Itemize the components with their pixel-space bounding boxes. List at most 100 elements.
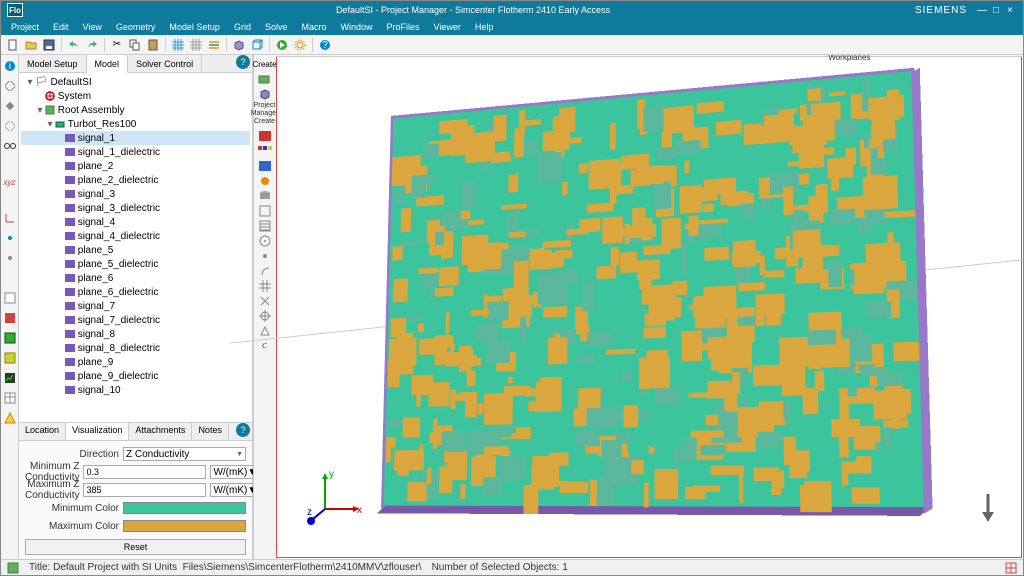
ptab-attachments[interactable]: Attachments — [129, 423, 192, 440]
menu-profiles[interactable]: ProFiles — [381, 22, 426, 32]
tree-layer[interactable]: plane_5 — [21, 243, 250, 257]
menu-view[interactable]: View — [77, 22, 108, 32]
dot2-icon[interactable] — [3, 251, 17, 265]
create-grid-icon[interactable] — [256, 279, 274, 293]
tree-layer[interactable]: signal_10 — [21, 383, 250, 397]
open-icon[interactable] — [23, 37, 39, 53]
create-cube-icon[interactable] — [256, 87, 274, 101]
cut-icon[interactable]: ✂ — [109, 37, 125, 53]
menu-edit[interactable]: Edit — [47, 22, 75, 32]
tab-solver-control[interactable]: Solver Control — [128, 55, 202, 72]
info-icon[interactable]: i — [3, 59, 17, 73]
direction-select[interactable]: Z Conductivity▼ — [123, 447, 246, 461]
tree-layer[interactable]: signal_4_dielectric — [21, 229, 250, 243]
table-icon[interactable] — [3, 391, 17, 405]
status-target-icon[interactable] — [1005, 562, 1017, 574]
menu-project[interactable]: Project — [5, 22, 45, 32]
glasses-icon[interactable] — [3, 139, 17, 153]
tree-layer[interactable]: signal_1 — [21, 131, 250, 145]
3d-viewport[interactable]: Workplane Normal Y▼ Position m▼ ◀ ▶ Proj… — [276, 56, 1022, 558]
tree-layer[interactable]: signal_8_dielectric — [21, 341, 250, 355]
grid2-icon[interactable] — [188, 37, 204, 53]
create-fan-icon[interactable] — [256, 234, 274, 248]
menu-viewer[interactable]: Viewer — [428, 22, 467, 32]
create-assembly-icon[interactable] — [256, 72, 274, 86]
save-icon[interactable] — [41, 37, 57, 53]
menu-solve[interactable]: Solve — [259, 22, 294, 32]
create-cyl-icon[interactable] — [256, 189, 274, 203]
panel-help-icon[interactable]: ? — [236, 55, 250, 69]
new-icon[interactable] — [5, 37, 21, 53]
chart-icon[interactable] — [3, 371, 17, 385]
tree-layer[interactable]: signal_3 — [21, 187, 250, 201]
axis-icon[interactable] — [3, 211, 17, 225]
menu-model-setup[interactable]: Model Setup — [163, 22, 226, 32]
max-cond-input[interactable] — [83, 483, 206, 497]
tree-layer[interactable]: signal_7 — [21, 299, 250, 313]
run-icon[interactable] — [274, 37, 290, 53]
menu-macro[interactable]: Macro — [295, 22, 332, 32]
green-icon[interactable] — [3, 331, 17, 345]
close-button[interactable]: × — [1003, 5, 1017, 16]
tree-layer[interactable]: plane_2_dielectric — [21, 173, 250, 187]
tree-layer[interactable]: plane_9_dielectric — [21, 369, 250, 383]
square-icon[interactable] — [3, 291, 17, 305]
tree-layer[interactable]: plane_2 — [21, 159, 250, 173]
diamond3-icon[interactable] — [3, 119, 17, 133]
create-damper-icon[interactable] — [256, 264, 274, 278]
create-multi-icon[interactable] — [256, 144, 274, 158]
tab-model[interactable]: Model — [87, 55, 129, 73]
thermal-icon[interactable] — [3, 311, 17, 325]
diamond2-icon[interactable] — [3, 99, 17, 113]
create-tri-icon[interactable] — [256, 324, 274, 338]
box-icon[interactable] — [231, 37, 247, 53]
create-source-icon[interactable] — [256, 174, 274, 188]
warn-icon[interactable] — [3, 411, 17, 425]
create-wire-icon[interactable] — [256, 204, 274, 218]
create-hatch-icon[interactable] — [256, 219, 274, 233]
tree-part[interactable]: ▾ Turbot_Res100 — [21, 117, 250, 131]
pcb-model[interactable] — [381, 68, 927, 511]
create-target-icon[interactable] — [256, 309, 274, 323]
gear-icon[interactable] — [292, 37, 308, 53]
menu-help[interactable]: Help — [469, 22, 500, 32]
tree-root[interactable]: ▾🏳 DefaultSI — [21, 75, 250, 89]
axis-triad[interactable]: y x z — [307, 467, 367, 527]
help-icon[interactable]: ? — [317, 37, 333, 53]
create-c-icon[interactable]: C — [256, 339, 274, 353]
ptab-visualization[interactable]: Visualization — [66, 423, 129, 440]
paste-icon[interactable] — [145, 37, 161, 53]
create-x-icon[interactable] — [256, 294, 274, 308]
tree-layer[interactable]: signal_8 — [21, 327, 250, 341]
tree-layer[interactable]: plane_6 — [21, 271, 250, 285]
undo-icon[interactable] — [66, 37, 82, 53]
create-dot-icon[interactable] — [256, 249, 274, 263]
tree-layer[interactable]: plane_9 — [21, 355, 250, 369]
create-red-icon[interactable] — [256, 129, 274, 143]
tree-assembly[interactable]: ▾ Root Assembly — [21, 103, 250, 117]
tree-system[interactable]: System — [21, 89, 250, 103]
ptab-location[interactable]: Location — [19, 423, 66, 440]
minimize-button[interactable]: — — [975, 5, 989, 16]
maxcolor-swatch[interactable] — [123, 520, 246, 532]
min-cond-input[interactable] — [83, 465, 206, 479]
tree-layer[interactable]: plane_5_dielectric — [21, 257, 250, 271]
menu-grid[interactable]: Grid — [228, 22, 257, 32]
max-unit-select[interactable]: W/(mK)▼ — [210, 483, 254, 497]
yellow-icon[interactable] — [3, 351, 17, 365]
ptab-notes[interactable]: Notes — [192, 423, 229, 440]
menu-geometry[interactable]: Geometry — [110, 22, 162, 32]
mincolor-swatch[interactable] — [123, 502, 246, 514]
tree-layer[interactable]: signal_3_dielectric — [21, 201, 250, 215]
grid-icon[interactable] — [170, 37, 186, 53]
cube-icon[interactable] — [249, 37, 265, 53]
props-help-icon[interactable]: ? — [236, 423, 250, 437]
tree-layer[interactable]: signal_7_dielectric — [21, 313, 250, 327]
dot-icon[interactable] — [3, 231, 17, 245]
reset-button[interactable]: Reset — [25, 539, 246, 555]
tree-layer[interactable]: signal_1_dielectric — [21, 145, 250, 159]
tree-layer[interactable]: plane_6_dielectric — [21, 285, 250, 299]
min-unit-select[interactable]: W/(mK)▼ — [210, 465, 254, 479]
create-blue-icon[interactable] — [256, 159, 274, 173]
diamond-icon[interactable] — [3, 79, 17, 93]
